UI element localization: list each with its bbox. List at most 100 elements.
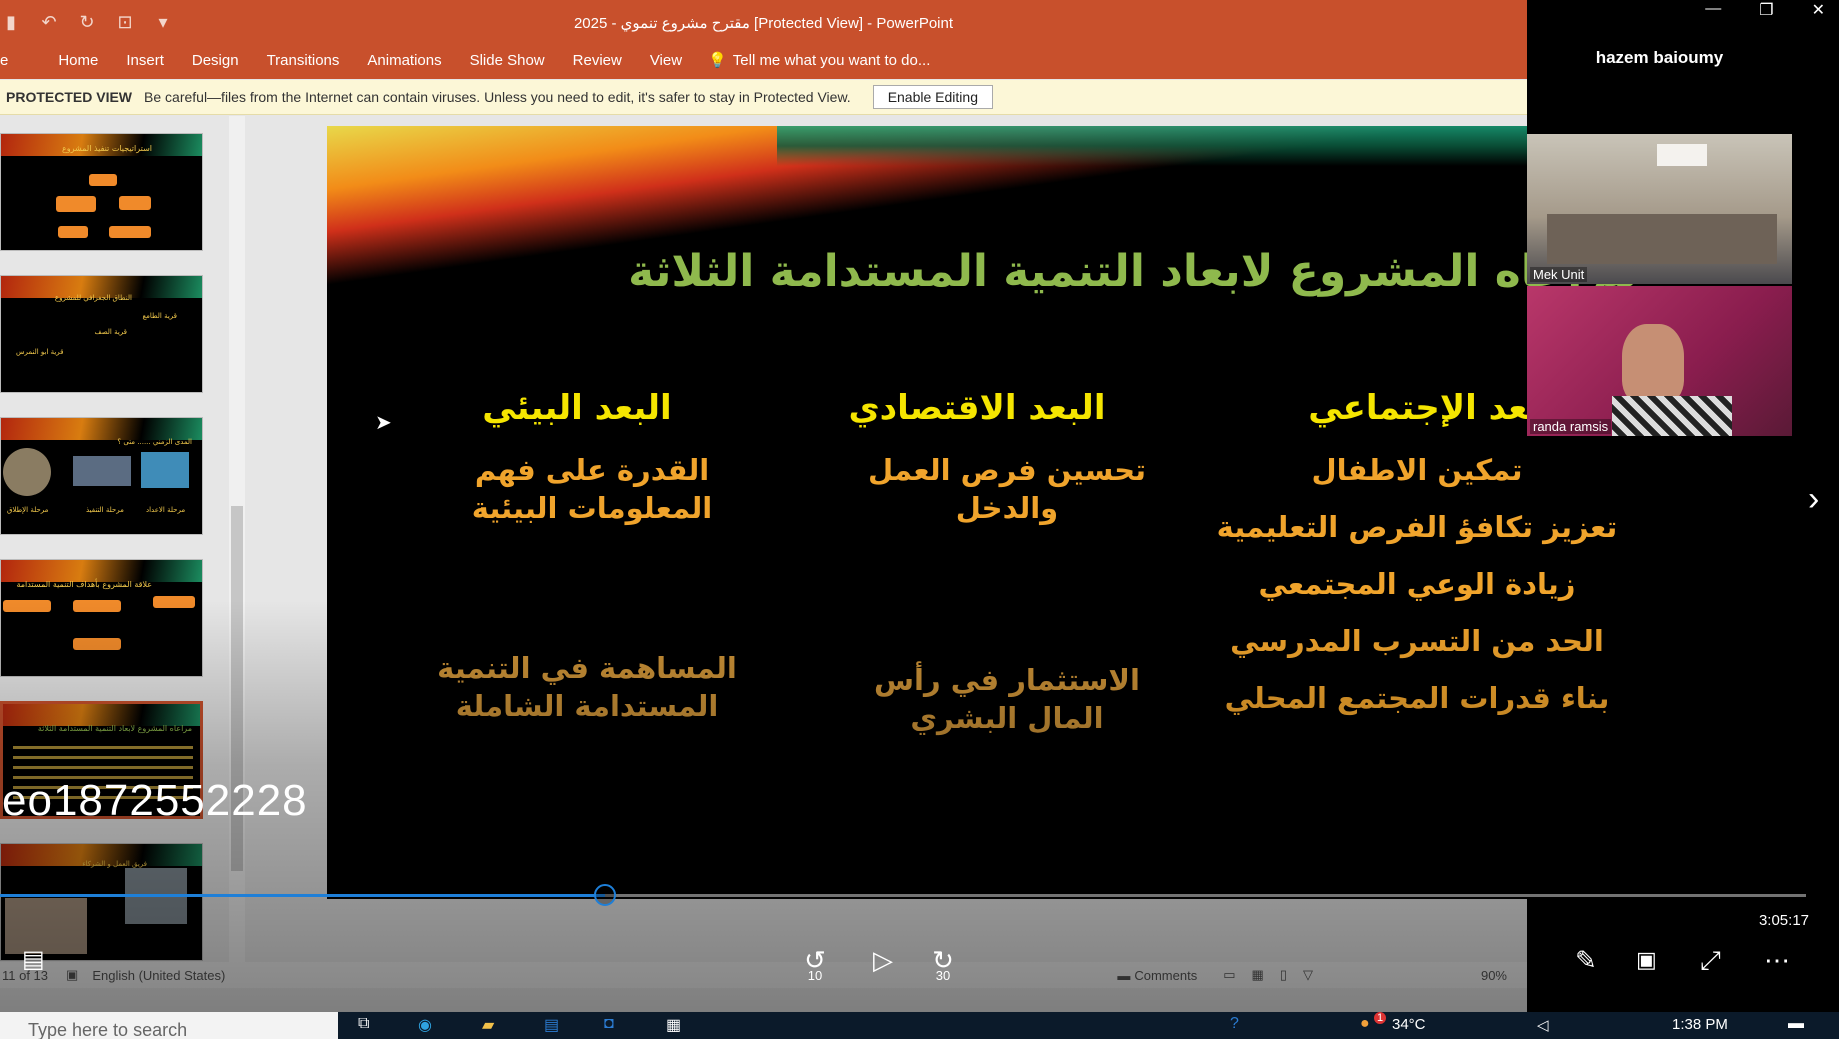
diagram-box <box>56 196 96 212</box>
enable-editing-button[interactable]: Enable Editing <box>872 85 993 109</box>
progress-fill <box>0 894 605 897</box>
more-options-icon[interactable]: ⋯ <box>1764 945 1790 976</box>
task-view-icon[interactable]: ⧉ <box>358 1015 369 1033</box>
thumbnail-swoosh <box>1 418 202 440</box>
captions-icon[interactable]: ▤ <box>22 945 45 974</box>
store-icon[interactable]: ▤ <box>544 1015 559 1035</box>
thumbnail-slide[interactable]: استراتيجيات تنفيذ المشروع <box>0 133 203 251</box>
thumbnail-line: مرحلة التنفيذ <box>86 506 124 514</box>
diagram-box <box>89 174 117 186</box>
environment-item: المساهمة في التنمية المستدامة الشاملة <box>437 651 737 723</box>
temperature: 34°C <box>1392 1016 1426 1033</box>
diagram-box <box>119 196 151 210</box>
clothing-image <box>1612 396 1732 436</box>
chevron-right-icon[interactable]: › <box>1808 480 1819 519</box>
pencil-icon[interactable]: ✎ <box>1575 945 1597 976</box>
progress-knob[interactable] <box>594 884 616 906</box>
video-controls: ▤ ↺ 10 ▷ ↻ 30 ✎ ▣ ⤢ ⋯ <box>0 945 1839 985</box>
heading-environment: البعد البيئي <box>482 388 672 428</box>
thumbnail-line: مرحلة الإطلاق <box>7 506 49 514</box>
mouse-cursor-icon: ➤ <box>375 412 392 434</box>
window-title: 2025 - مقترح مشروع تنموي [Protected View… <box>573 15 954 32</box>
thumbnail-title: النطاق الجغرافي للمشروع <box>54 294 132 302</box>
tab-animations[interactable]: Animations <box>353 52 455 69</box>
tab-home[interactable]: Home <box>22 52 112 69</box>
social-item: زيادة الوعي المجتمعي <box>1258 567 1576 601</box>
thumbnail-line: مرحلة الاعداد <box>146 506 186 514</box>
file-explorer-icon[interactable]: ▰ <box>482 1015 494 1035</box>
clock[interactable]: 1:38 PM <box>1672 1016 1728 1033</box>
ac-unit-image <box>1657 144 1707 166</box>
heading-economic: البعد الاقتصادي <box>848 388 1106 428</box>
participant-panel: hazem baioumy <box>1527 0 1839 134</box>
weather-icon[interactable]: ● <box>1360 1015 1370 1033</box>
protected-label: PROTECTED VIEW <box>6 89 133 105</box>
participant-tile[interactable]: randa ramsis <box>1527 286 1792 436</box>
tab-design[interactable]: Design <box>178 52 253 69</box>
picture-in-picture-icon[interactable]: ▣ <box>1636 947 1657 973</box>
taskbar-search[interactable]: Type here to search <box>0 1012 338 1039</box>
meeting-table-image <box>1547 214 1777 264</box>
thumbnail-slide[interactable]: علاقة المشروع بأهداف التنمية المستدامة <box>0 559 203 677</box>
maximize-icon[interactable]: ❐ <box>1759 0 1773 20</box>
minimize-icon[interactable]: — <box>1705 0 1721 20</box>
participant-name: Mek Unit <box>1530 267 1588 282</box>
help-icon[interactable]: ? <box>1230 1015 1239 1033</box>
tab-transitions[interactable]: Transitions <box>253 52 354 69</box>
thumbnail-title: مراعاه المشروع لابعاد التنمية المستدامة … <box>37 724 192 733</box>
thumbnail-title: علاقة المشروع بأهداف التنمية المستدامة <box>16 580 152 589</box>
social-item: تعزيز تكافؤ الفرص التعليمية <box>1216 510 1618 544</box>
tell-me-box[interactable]: 💡 Tell me what you want to do... <box>696 51 931 70</box>
thumbnail-swoosh <box>1 560 202 582</box>
tab-insert[interactable]: Insert <box>112 52 178 69</box>
thumbnail-line: قرية الصف <box>94 328 127 336</box>
host-name: hazem baioumy <box>1595 48 1724 67</box>
thumbnails-scrollbar[interactable] <box>229 116 245 962</box>
volume-icon[interactable]: ◁ <box>1537 1016 1549 1034</box>
video-progress-bar[interactable] <box>0 884 1806 906</box>
tab-file[interactable]: e <box>0 52 22 69</box>
thumbnail-line: قرية ابو النمرس <box>16 348 64 356</box>
outlook-icon[interactable]: ◘ <box>604 1015 614 1033</box>
pencil-image <box>3 448 51 496</box>
environment-item: القدرة على فهم المعلومات البيئية <box>471 453 713 525</box>
windows-taskbar: Type here to search ⧉ ◉ ▰ ▤ ◘ ▦ ? ● 1 34… <box>0 1012 1839 1039</box>
social-item: الحد من التسرب المدرسي <box>1230 624 1604 658</box>
search-placeholder: Type here to search <box>28 1020 188 1039</box>
social-item: بناء قدرات المجتمع المحلي <box>1224 681 1610 715</box>
notifications-icon[interactable]: ▬ <box>1788 1015 1804 1033</box>
slide-title: مراعاه المشروع لابعاد التنمية المستدامة … <box>628 246 1637 297</box>
fullscreen-icon[interactable]: ⤢ <box>1700 945 1721 977</box>
tab-review[interactable]: Review <box>559 52 636 69</box>
thumbnail-slide[interactable]: النطاق الجغرافي للمشروع قرية الطامع قرية… <box>0 275 203 393</box>
play-button[interactable]: ▷ <box>868 945 898 976</box>
thumbnail-slide[interactable]: المدى الزمني ...... متى ؟ مرحلة الإطلاق … <box>0 417 203 535</box>
economic-item: الاستثمار في رأس المال البشري <box>874 663 1140 735</box>
skip-forward-label: 30 <box>935 968 951 983</box>
notification-badge: 1 <box>1374 1012 1387 1024</box>
meeting-image <box>73 456 131 486</box>
tab-view[interactable]: View <box>636 52 696 69</box>
diagram-box <box>58 226 88 238</box>
thumbnail-title: المدى الزمني ...... متى ؟ <box>117 438 192 446</box>
ribbon-tabs: e Home Insert Design Transitions Animati… <box>0 41 1527 79</box>
close-icon[interactable]: ✕ <box>1812 0 1825 20</box>
tab-slide-show[interactable]: Slide Show <box>456 52 559 69</box>
participant-tile[interactable]: Mek Unit <box>1527 134 1792 284</box>
skip-back-button[interactable]: ↺ 10 <box>800 945 830 983</box>
video-app-icon[interactable]: ▦ <box>666 1015 681 1035</box>
participant-name: randa ramsis <box>1530 419 1612 434</box>
thumbnail-slide[interactable]: فريق العمل و الشركاء <box>0 843 203 961</box>
edge-icon[interactable]: ◉ <box>418 1015 432 1035</box>
goal-box <box>73 600 121 612</box>
slide-canvas[interactable]: مراعاه المشروع لابعاد التنمية المستدامة … <box>327 126 1702 899</box>
meeting-id-watermark: eo1872552228 <box>2 776 308 825</box>
tell-me-text: Tell me what you want to do... <box>732 51 931 69</box>
thumbnail-line: قرية الطامع <box>142 312 177 320</box>
diagram-box <box>109 226 151 238</box>
protected-message: Be careful—files from the Internet can c… <box>144 89 851 105</box>
social-item: تمكين الاطفال <box>1311 453 1523 487</box>
thumbnail-title: استراتيجيات تنفيذ المشروع <box>61 144 152 153</box>
person-image <box>1622 324 1684 404</box>
skip-forward-button[interactable]: ↻ 30 <box>928 945 958 983</box>
